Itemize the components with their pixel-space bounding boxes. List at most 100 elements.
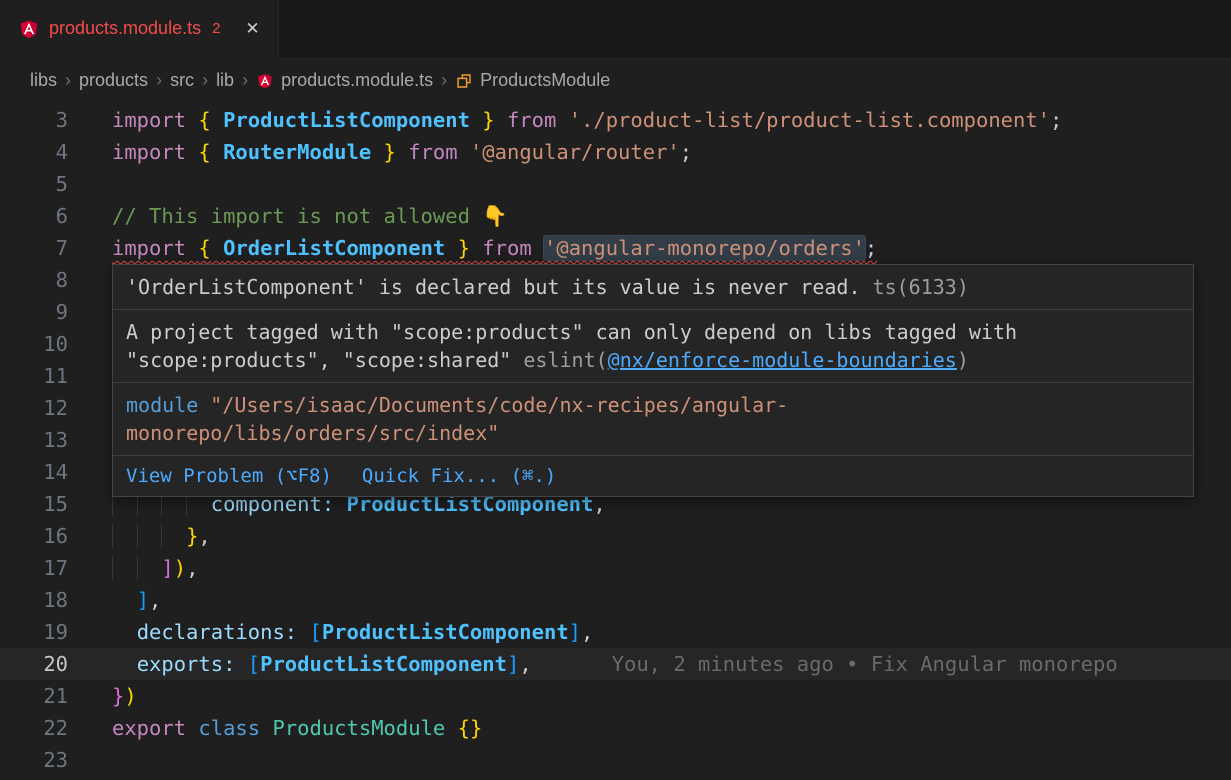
line-number[interactable]: 9 — [0, 296, 68, 328]
code-content: import { RouterModule } from '@angular/r… — [68, 136, 692, 168]
code-token: , — [581, 620, 593, 644]
breadcrumb-item-libs[interactable]: libs — [30, 70, 57, 91]
code-token — [297, 620, 309, 644]
breadcrumb-label: products — [79, 70, 148, 91]
line-number[interactable]: 14 — [0, 456, 68, 488]
line-number[interactable]: 15 — [0, 488, 68, 520]
breadcrumb-item-src[interactable]: src — [170, 70, 194, 91]
code-line[interactable]: 21}) — [0, 680, 1231, 712]
breadcrumb-item-file[interactable]: products.module.ts — [256, 70, 433, 91]
line-number[interactable]: 5 — [0, 168, 68, 200]
code-token: ; — [865, 236, 877, 260]
line-number[interactable]: 23 — [0, 744, 68, 776]
code-token: exports: — [137, 652, 236, 676]
breadcrumb-item-symbol[interactable]: ProductsModule — [455, 70, 610, 91]
eslint-rule-link[interactable]: @nx/enforce-module-boundaries — [608, 348, 957, 372]
code-token — [137, 524, 162, 548]
code-token: } — [112, 684, 124, 708]
code-content — [68, 456, 112, 488]
code-token: RouterModule — [223, 140, 371, 164]
code-token — [495, 108, 507, 132]
line-number[interactable]: 21 — [0, 680, 68, 712]
code-line[interactable]: 5 — [0, 168, 1231, 200]
code-line[interactable]: 4import { RouterModule } from '@angular/… — [0, 136, 1231, 168]
line-number[interactable]: 13 — [0, 424, 68, 456]
code-token — [211, 140, 223, 164]
hover-popup: 'OrderListComponent' is declared but its… — [112, 264, 1194, 497]
code-token — [470, 108, 482, 132]
hover-text: ) — [957, 348, 969, 372]
line-number[interactable]: 6 — [0, 200, 68, 232]
breadcrumb-separator: › — [148, 70, 170, 91]
code-line[interactable]: 7import { OrderListComponent } from '@an… — [0, 232, 1231, 264]
line-number[interactable]: 18 — [0, 584, 68, 616]
code-token — [470, 236, 482, 260]
angular-icon — [18, 18, 40, 40]
code-token — [211, 108, 223, 132]
line-number[interactable]: 4 — [0, 136, 68, 168]
line-number[interactable]: 20 — [0, 648, 68, 680]
code-token: , — [198, 524, 210, 548]
breadcrumb-separator: › — [194, 70, 216, 91]
code-line[interactable]: 3import { ProductListComponent } from '.… — [0, 104, 1231, 136]
code-token: { — [198, 140, 210, 164]
code-line[interactable]: 22export class ProductsModule {} — [0, 712, 1231, 744]
code-content — [68, 744, 112, 776]
code-token: '@angular-monorepo/orders' — [544, 236, 865, 260]
line-number[interactable]: 19 — [0, 616, 68, 648]
code-line[interactable]: 23 — [0, 744, 1231, 776]
line-number[interactable]: 7 — [0, 232, 68, 264]
tab-close-icon[interactable]: ✕ — [245, 19, 259, 39]
code-content: }) — [68, 680, 137, 712]
breadcrumb-item-products[interactable]: products — [79, 70, 148, 91]
code-token — [186, 140, 198, 164]
line-number[interactable]: 16 — [0, 520, 68, 552]
code-token: export — [112, 716, 186, 740]
code-token: } — [384, 140, 396, 164]
code-content: import { ProductListComponent } from './… — [68, 104, 1062, 136]
code-content — [68, 264, 112, 296]
code-token: { — [198, 108, 210, 132]
tab-title: products.module.ts — [49, 18, 201, 39]
breadcrumb-item-lib[interactable]: lib — [216, 70, 234, 91]
line-number[interactable]: 8 — [0, 264, 68, 296]
code-line[interactable]: 16 }, — [0, 520, 1231, 552]
hover-row: A project tagged with "scope:products" c… — [126, 318, 1180, 346]
view-problem-link[interactable]: View Problem (⌥F8) — [126, 461, 332, 491]
line-number[interactable]: 17 — [0, 552, 68, 584]
code-token — [458, 140, 470, 164]
code-line[interactable]: 20 exports: [ProductListComponent],You, … — [0, 648, 1231, 680]
line-number[interactable]: 22 — [0, 712, 68, 744]
hover-actions: View Problem (⌥F8) Quick Fix... (⌘.) — [113, 456, 1193, 496]
hover-section-2: A project tagged with "scope:products" c… — [113, 310, 1193, 383]
line-number[interactable]: 10 — [0, 328, 68, 360]
breadcrumb-separator: › — [234, 70, 256, 91]
line-number[interactable]: 11 — [0, 360, 68, 392]
code-token: 👇 — [482, 204, 508, 228]
line-number[interactable]: 3 — [0, 104, 68, 136]
code-content: ], — [68, 584, 161, 616]
code-content: exports: [ProductListComponent],You, 2 m… — [68, 648, 1118, 680]
code-content — [68, 296, 112, 328]
code-token: } — [458, 236, 470, 260]
code-content — [68, 424, 112, 456]
hover-row: module "/Users/isaac/Documents/code/nx-r… — [126, 391, 1180, 419]
code-token: './product-list/product-list.component' — [569, 108, 1050, 132]
line-number[interactable]: 12 — [0, 392, 68, 424]
hover-text: module — [126, 393, 198, 417]
code-line[interactable]: 18 ], — [0, 584, 1231, 616]
git-blame-annotation: You, 2 minutes ago • Fix Angular monorep… — [612, 652, 1118, 676]
quick-fix-link[interactable]: Quick Fix... (⌘.) — [362, 461, 556, 491]
code-token: declarations: — [137, 620, 297, 644]
code-line[interactable]: 19 declarations: [ProductListComponent], — [0, 616, 1231, 648]
code-line[interactable]: 17 ]), — [0, 552, 1231, 584]
code-token — [235, 652, 247, 676]
tab-products-module[interactable]: products.module.ts 2 ✕ — [0, 0, 279, 57]
code-token — [186, 236, 198, 260]
code-token: ) — [174, 556, 186, 580]
code-token: } — [186, 524, 198, 548]
code-token — [396, 140, 408, 164]
code-token — [112, 556, 137, 580]
code-line[interactable]: 6// This import is not allowed 👇 — [0, 200, 1231, 232]
editor: 3import { ProductListComponent } from '.… — [0, 104, 1231, 776]
